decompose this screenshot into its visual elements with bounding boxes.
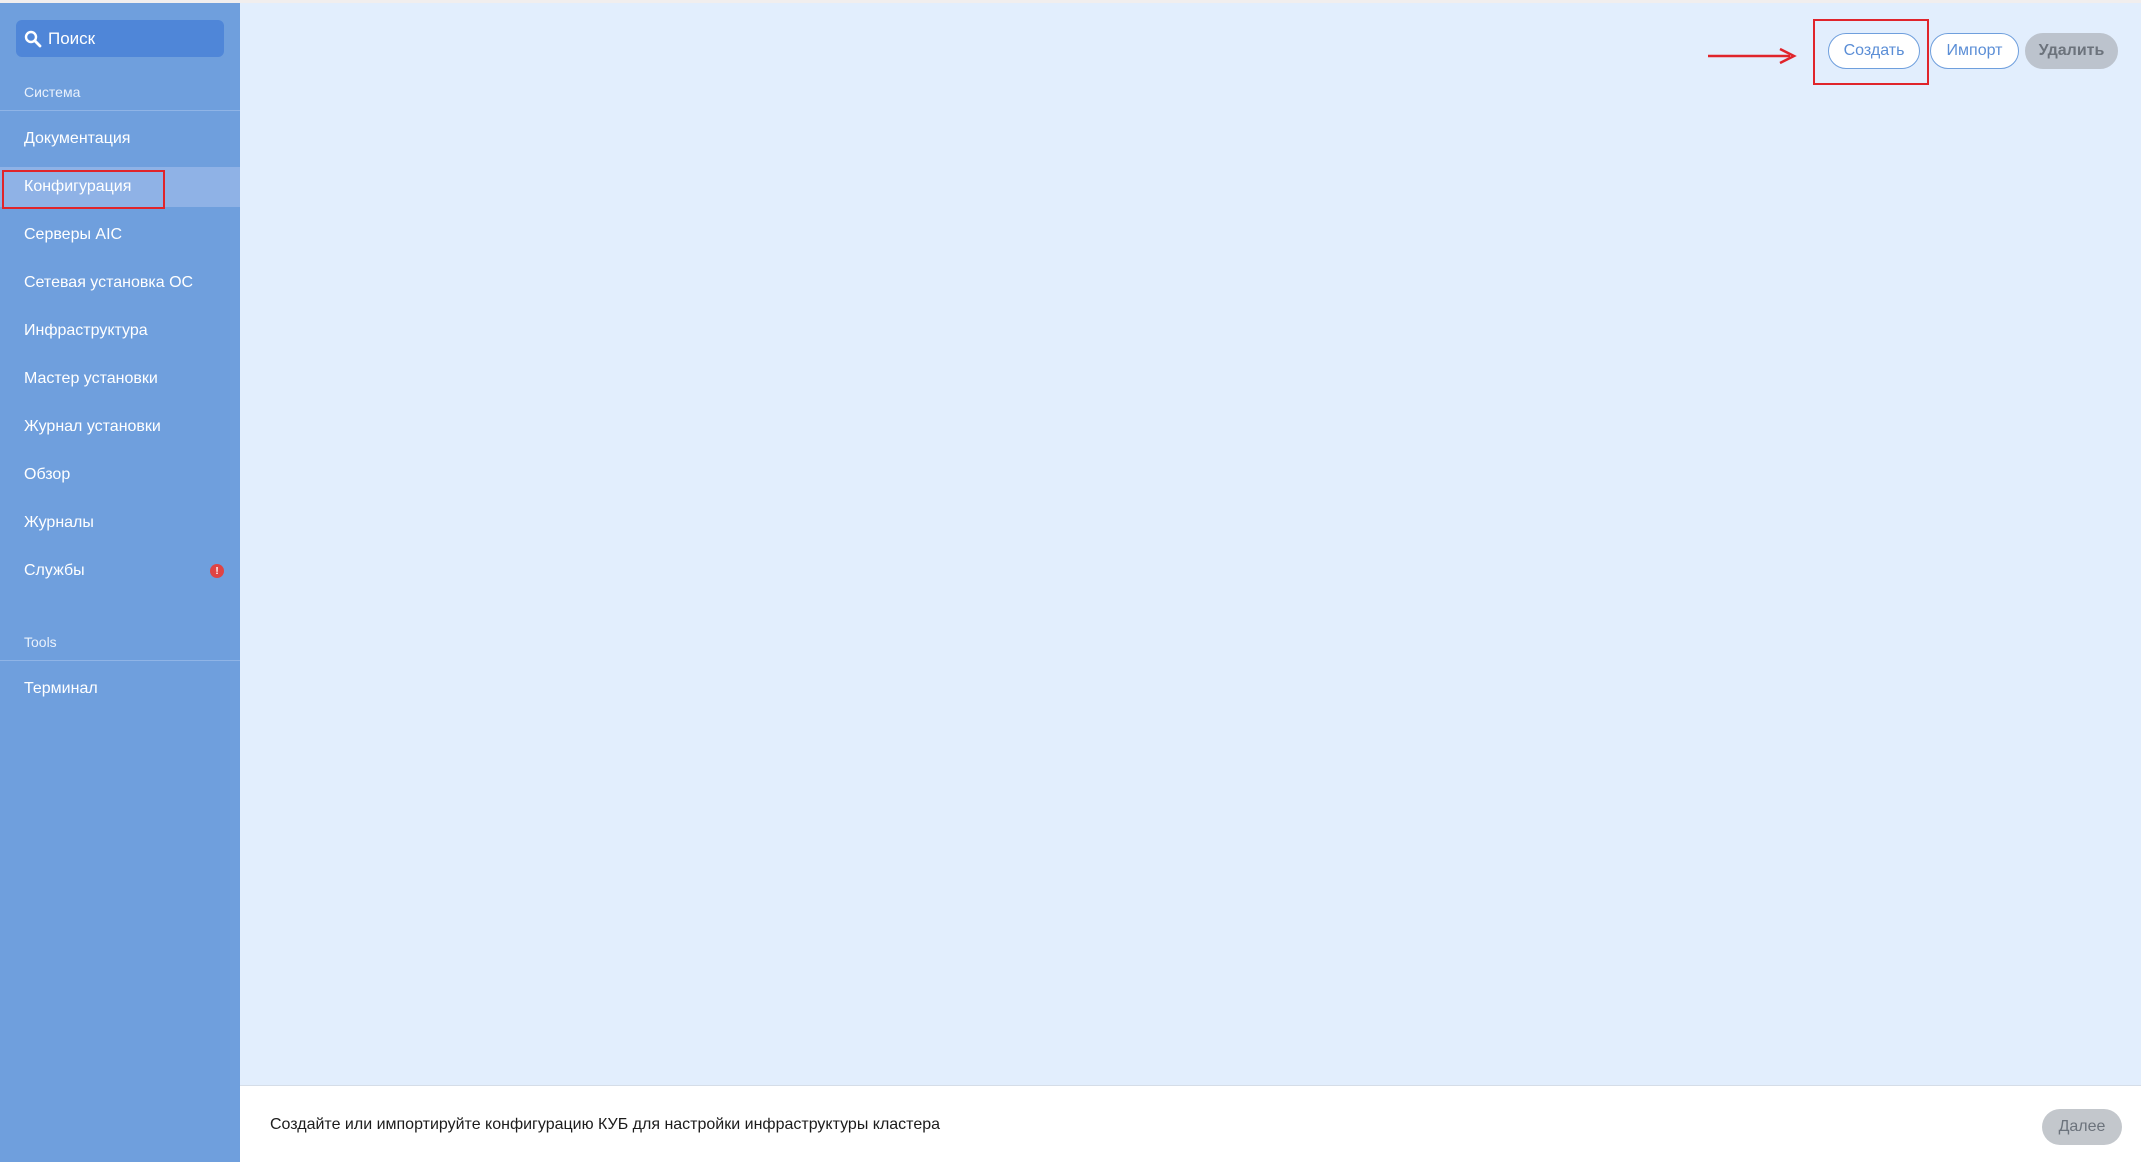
- sidebar-item-overview[interactable]: Обзор: [0, 455, 240, 495]
- sidebar-item-network-os-install[interactable]: Сетевая установка ОС: [0, 263, 240, 303]
- top-edge-line: [0, 0, 2141, 3]
- sidebar-item-label: Серверы AIC: [24, 226, 123, 243]
- import-button[interactable]: Импорт: [1930, 33, 2019, 69]
- section-divider: [0, 110, 240, 111]
- sidebar-item-services[interactable]: Службы !: [0, 551, 240, 591]
- sidebar-item-label: Обзор: [24, 466, 71, 483]
- sidebar-item-documentation[interactable]: Документация: [0, 119, 240, 159]
- sidebar-item-label: Документация: [24, 130, 131, 147]
- sidebar-item-infrastructure[interactable]: Инфраструктура: [0, 311, 240, 351]
- create-button[interactable]: Создать: [1828, 33, 1920, 69]
- sidebar-item-label: Мастер установки: [24, 370, 158, 387]
- sidebar-item-label: Журналы: [24, 514, 94, 531]
- alert-badge-icon: !: [210, 564, 224, 578]
- section-label-tools: Tools: [24, 634, 57, 650]
- sidebar-item-label: Сетевая установка ОС: [24, 274, 194, 291]
- sidebar-item-install-wizard[interactable]: Мастер установки: [0, 359, 240, 399]
- section-label-system: Система: [24, 84, 81, 100]
- search-icon: [24, 30, 42, 48]
- next-button[interactable]: Далее: [2042, 1109, 2122, 1145]
- footer-bar: Создайте или импортируйте конфигурацию К…: [240, 1085, 2141, 1162]
- sidebar-item-terminal[interactable]: Терминал: [0, 669, 240, 709]
- section-divider: [0, 660, 240, 661]
- sidebar-item-label: Терминал: [24, 680, 98, 697]
- sidebar-item-configuration[interactable]: Конфигурация: [0, 167, 240, 207]
- sidebar-item-label: Службы: [24, 562, 85, 579]
- delete-button[interactable]: Удалить: [2025, 33, 2118, 69]
- sidebar: Система Документация Конфигурация Сервер…: [0, 0, 240, 1162]
- sidebar-item-label: Инфраструктура: [24, 322, 148, 339]
- sidebar-item-install-log[interactable]: Журнал установки: [0, 407, 240, 447]
- sidebar-item-aic-servers[interactable]: Серверы AIC: [0, 215, 240, 255]
- footer-message: Создайте или импортируйте конфигурацию К…: [270, 1116, 941, 1133]
- sidebar-item-label: Конфигурация: [24, 178, 132, 195]
- search-box[interactable]: [16, 20, 224, 57]
- annotation-arrow-icon: [1708, 47, 1797, 65]
- sidebar-item-logs[interactable]: Журналы: [0, 503, 240, 543]
- search-input[interactable]: [48, 28, 208, 49]
- sidebar-item-label: Журнал установки: [24, 418, 161, 435]
